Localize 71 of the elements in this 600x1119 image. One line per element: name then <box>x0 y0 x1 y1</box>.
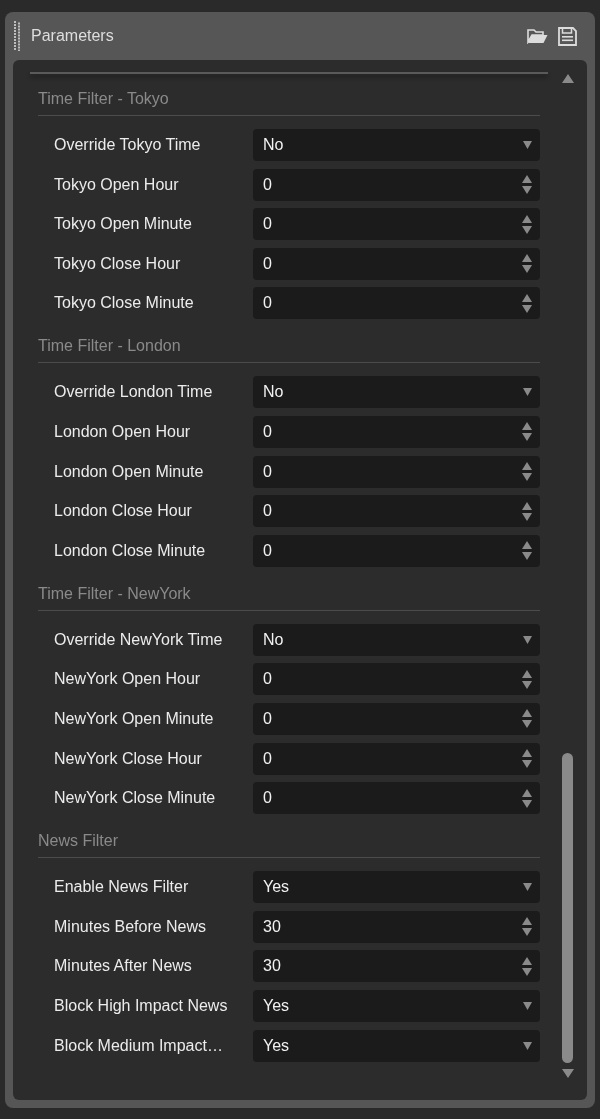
number-field[interactable]: 0 <box>253 168 540 201</box>
number-field[interactable]: 0 <box>253 495 540 528</box>
parameter-label: Minutes After News <box>54 957 193 976</box>
parameter-label: Override NewYork Time <box>54 630 224 649</box>
parameter-label: London Close Minute <box>54 541 207 560</box>
parameter-label: Tokyo Open Minute <box>54 215 193 234</box>
number-field[interactable]: 0 <box>253 742 540 775</box>
parameter-label: NewYork Close Hour <box>54 749 203 768</box>
parameter-label: Tokyo Open Hour <box>54 175 180 194</box>
up-down-arrows-icon[interactable] <box>522 541 532 561</box>
dropdown-caret-icon <box>523 635 532 644</box>
open-folder-icon[interactable] <box>527 28 548 44</box>
parameter-label: Enable News Filter <box>54 878 190 897</box>
dropdown-caret-icon <box>523 883 532 892</box>
parameter-label: NewYork Open Minute <box>54 709 215 728</box>
dropdown-field[interactable]: No <box>253 129 540 161</box>
number-field[interactable]: 0 <box>253 455 540 488</box>
number-field[interactable]: 0 <box>253 415 540 448</box>
dropdown-caret-icon <box>523 1001 532 1010</box>
up-down-arrows-icon[interactable] <box>522 709 532 729</box>
parameter-label: Override London Time <box>54 383 214 402</box>
parameter-label: London Close Hour <box>54 502 193 521</box>
up-down-arrows-icon[interactable] <box>522 293 532 313</box>
parameter-label: Override Tokyo Time <box>54 136 202 154</box>
up-down-arrows-icon[interactable] <box>522 175 532 195</box>
parameter-label: London Open Minute <box>54 462 205 481</box>
section-heading: Time Filter - NewYork <box>38 566 540 611</box>
parameter-label: Tokyo Close Hour <box>54 254 182 273</box>
panel-title: Parameters <box>31 27 115 45</box>
scroll-up-arrow-icon[interactable] <box>561 74 574 83</box>
section-heading: Time Filter - London <box>38 319 540 364</box>
number-field[interactable]: 30 <box>253 910 540 943</box>
save-icon[interactable] <box>558 26 577 46</box>
up-down-arrows-icon[interactable] <box>522 501 532 521</box>
number-field[interactable]: 0 <box>253 663 540 696</box>
parameter-label: NewYork Close Minute <box>54 789 217 808</box>
parameter-label: Minutes Before News <box>54 917 208 936</box>
dropdown-caret-icon <box>523 1041 532 1050</box>
up-down-arrows-icon[interactable] <box>522 917 532 937</box>
parameter-label: London Open Hour <box>54 422 192 441</box>
dropdown-field[interactable]: Yes <box>253 1029 540 1062</box>
section-heading: News Filter <box>38 814 540 859</box>
parameter-label: Block Medium Impact… <box>54 1036 224 1055</box>
up-down-arrows-icon[interactable] <box>522 254 532 274</box>
number-field[interactable]: 0 <box>253 534 540 567</box>
number-field[interactable]: 0 <box>253 782 540 815</box>
number-field[interactable]: 0 <box>253 702 540 735</box>
up-down-arrows-icon[interactable] <box>522 462 532 482</box>
dropdown-field[interactable]: No <box>253 623 540 656</box>
parameter-label: Block High Impact News <box>54 996 229 1015</box>
up-down-arrows-icon[interactable] <box>522 788 532 808</box>
dropdown-field[interactable]: Yes <box>253 989 540 1022</box>
dropdown-caret-icon <box>523 388 532 397</box>
number-field[interactable]: 0 <box>253 247 540 280</box>
scrollbar-thumb[interactable] <box>562 753 573 1063</box>
up-down-arrows-icon[interactable] <box>522 669 532 689</box>
number-field[interactable]: 0 <box>253 208 540 241</box>
parameter-label: Tokyo Close Minute <box>54 294 195 313</box>
parameter-label: NewYork Open Hour <box>54 670 202 689</box>
drag-handle-icon[interactable] <box>14 21 20 51</box>
dropdown-field[interactable]: Yes <box>253 871 540 904</box>
up-down-arrows-icon[interactable] <box>522 749 532 769</box>
section-heading: Time Filter - Tokyo <box>38 74 540 116</box>
scroll-down-arrow-icon[interactable] <box>561 1069 574 1078</box>
up-down-arrows-icon[interactable] <box>522 956 532 976</box>
up-down-arrows-icon[interactable] <box>522 422 532 442</box>
number-field[interactable]: 30 <box>253 950 540 983</box>
number-field[interactable]: 0 <box>253 287 540 320</box>
up-down-arrows-icon[interactable] <box>522 214 532 234</box>
dropdown-field[interactable]: No <box>253 376 540 409</box>
dropdown-caret-icon <box>523 141 532 149</box>
